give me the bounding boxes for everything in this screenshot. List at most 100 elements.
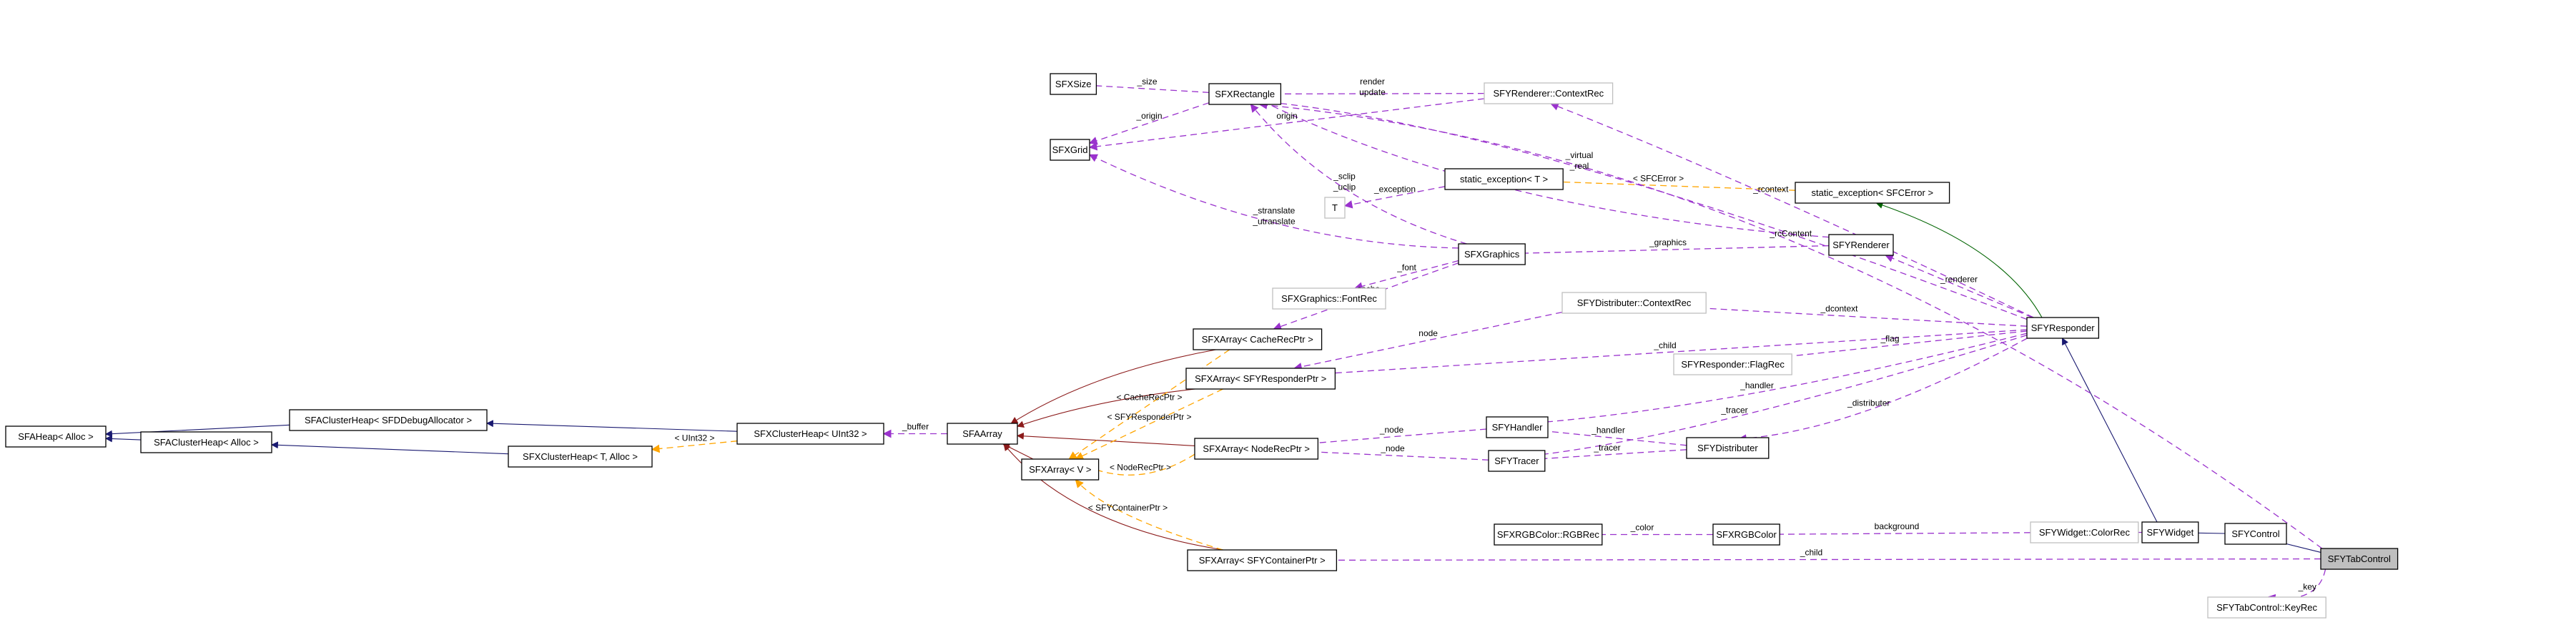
- node-label: SFYDistributer: [1697, 443, 1758, 453]
- edge-usage: [1088, 98, 1485, 151]
- class-node-sfydistributer[interactable]: SFYDistributer: [1686, 437, 1770, 459]
- edge-label: < CacheRecPtr >: [1116, 393, 1182, 403]
- node-label: SFYWidget: [2147, 527, 2194, 538]
- edge-label: _buffer: [902, 422, 929, 432]
- edge-label: _rcContent: [1769, 229, 1812, 239]
- edge-label: _node: [1380, 443, 1405, 453]
- class-node-rendererctx[interactable]: SFYRenderer::ContextRec: [1484, 82, 1614, 104]
- class-node-sfxgrid[interactable]: SFXGrid: [1050, 139, 1090, 161]
- edge-label: _stranslate: [1253, 206, 1296, 216]
- class-node-sfytabcontrol[interactable]: SFYTabControl: [2320, 548, 2399, 570]
- edge-label: _color: [1630, 523, 1654, 533]
- class-node-sfxrgbcolor[interactable]: SFXRGBColor: [1712, 523, 1780, 546]
- class-node-sfaclusterheap[interactable]: SFAClusterHeap< Alloc >: [140, 431, 272, 453]
- class-node-sfxarraycont[interactable]: SFXArray< SFYContainerPtr >: [1187, 549, 1338, 571]
- node-label: T: [1332, 202, 1338, 213]
- class-node-sfxarrayv[interactable]: SFXArray< V >: [1021, 458, 1100, 481]
- edge-usage: [1088, 154, 1459, 249]
- node-label: SFYDistributer::ContextRec: [1577, 297, 1692, 308]
- node-label: SFYTracer: [1494, 456, 1539, 466]
- node-label: SFYTabControl: [2328, 553, 2391, 564]
- edge-public-inheritance: [271, 441, 509, 455]
- node-label: SFYResponder::FlagRec: [1681, 359, 1785, 370]
- edge-public-inheritance: [105, 435, 142, 443]
- class-node-sfaarray[interactable]: SFAArray: [947, 423, 1018, 445]
- edge-label: render: [1360, 77, 1385, 87]
- nodes-layer: SFAHeap< Alloc > SFAClusterHeap< SFDDebug…: [5, 73, 2399, 619]
- class-node-fontrec[interactable]: SFXGraphics::FontRec: [1272, 287, 1386, 310]
- node-label: SFXGrid: [1052, 144, 1088, 155]
- class-node-sfxclusterheapu32[interactable]: SFXClusterHeap< UInt32 >: [736, 423, 884, 445]
- class-node-colorrec[interactable]: SFYWidget::ColorRec: [2030, 521, 2139, 543]
- edge-usage: [1302, 329, 2028, 379]
- class-node-staticexct[interactable]: static_exception< T >: [1444, 168, 1564, 190]
- class-node-sfaclusterheapdbg[interactable]: SFAClusterHeap< SFDDebugAllocator >: [289, 409, 488, 431]
- node-label: SFYResponder: [2031, 323, 2096, 333]
- edge-usage: [1762, 530, 2031, 539]
- node-label: SFXArray< SFYResponderPtr >: [1195, 373, 1326, 384]
- edge-usage: [1526, 335, 2028, 460]
- node-label: SFXRGBColor: [1716, 529, 1777, 540]
- node-label: SFAArray: [962, 428, 1002, 439]
- edge-label: _child: [1653, 340, 1676, 350]
- class-node-sfaheap[interactable]: SFAHeap< Alloc >: [5, 425, 107, 448]
- edge-usage: [1293, 311, 1563, 371]
- node-label: SFXArray< CacheRecPtr >: [1202, 334, 1313, 345]
- class-node-flagrec[interactable]: SFYResponder::FlagRec: [1673, 353, 1792, 375]
- edge-protected-inheritance: [1875, 202, 2043, 318]
- node-label: SFXClusterHeap< UInt32 >: [754, 428, 867, 439]
- class-node-sfytracer[interactable]: SFYTracer: [1488, 450, 1546, 472]
- edge-label: _font: [1396, 262, 1416, 272]
- class-node-sfycontrol[interactable]: SFYControl: [2224, 523, 2287, 545]
- edge-label: _flag: [1880, 333, 1899, 343]
- edge-label: _child: [1800, 547, 1822, 557]
- collaboration-diagram: < UInt32 > _buffer < CacheRecPtr > < SFYRes…: [5, 73, 2399, 619]
- class-node-rgbrec[interactable]: SFXRGBColor::RGBRec: [1494, 523, 1603, 546]
- node-label: SFXArray< NodeRecPtr >: [1203, 443, 1310, 454]
- edge-label: _handler: [1591, 425, 1625, 436]
- class-node-t[interactable]: T: [1324, 197, 1346, 219]
- class-node-sfxrectangle[interactable]: SFXRectangle: [1208, 83, 1282, 105]
- edge-label: _distributer: [1847, 398, 1890, 408]
- node-label: SFYControl: [2231, 528, 2279, 539]
- class-node-sfxarrayresp[interactable]: SFXArray< SFYResponderPtr >: [1185, 368, 1336, 390]
- edge-label: < SFYContainerPtr >: [1088, 503, 1168, 513]
- edge-usage: [1088, 102, 1210, 145]
- node-label: SFAHeap< Alloc >: [18, 431, 94, 442]
- class-node-sfxarraycache[interactable]: SFXArray< CacheRecPtr >: [1193, 328, 1323, 350]
- edge-label: _tracer: [1720, 405, 1747, 415]
- class-node-keyrec[interactable]: SFYTabControl::KeyRec: [2207, 596, 2326, 619]
- edge-label: _tracer: [1593, 443, 1620, 453]
- edge-label: _handler: [1739, 380, 1774, 390]
- edge-template-instance: [1075, 479, 1223, 551]
- edge-usage: [1550, 102, 2034, 318]
- node-label: SFYWidget::ColorRec: [2039, 527, 2131, 538]
- edge-label: update: [1359, 87, 1386, 97]
- class-node-sfywidget[interactable]: SFYWidget: [2141, 521, 2199, 543]
- edge-label: _uclip: [1333, 182, 1356, 192]
- class-node-staticexcerr[interactable]: static_exception< SFCError >: [1795, 182, 1950, 204]
- class-node-sfxsize[interactable]: SFXSize: [1050, 73, 1097, 95]
- edge-usage: [1737, 338, 2028, 443]
- node-label: static_exception< SFCError >: [1812, 187, 1934, 198]
- class-node-sfyresponder[interactable]: SFYResponder: [2026, 317, 2100, 339]
- node-label: SFXRGBColor::RGBRec: [1497, 529, 1600, 540]
- edge-usage: [1529, 333, 2028, 427]
- edge-label: _dcontext: [1820, 304, 1858, 314]
- edge-label: _key: [2298, 582, 2316, 592]
- class-node-sfyhandler[interactable]: SFYHandler: [1486, 416, 1549, 438]
- edge-public-inheritance: [486, 420, 738, 432]
- class-node-sfyrenderer[interactable]: SFYRenderer: [1828, 234, 1894, 256]
- class-node-distctx[interactable]: SFYDistributer::ContextRec: [1561, 292, 1707, 314]
- node-label: SFXGraphics: [1464, 249, 1520, 260]
- edge-public-inheritance: [2061, 338, 2158, 523]
- node-label: SFXClusterHeap< T, Alloc >: [523, 451, 638, 462]
- class-node-sfxgraphics[interactable]: SFXGraphics: [1458, 243, 1526, 265]
- class-node-sfxclusterheapt[interactable]: SFXClusterHeap< T, Alloc >: [508, 446, 653, 468]
- edge-label: _real: [1569, 161, 1589, 171]
- class-node-sfxarraynode[interactable]: SFXArray< NodeRecPtr >: [1194, 438, 1319, 460]
- edge-label: _virtual: [1565, 150, 1594, 160]
- edge-template-inheritance: [1002, 443, 1034, 460]
- node-label: SFXArray< V >: [1029, 464, 1091, 475]
- edge-usage: [1885, 254, 2033, 318]
